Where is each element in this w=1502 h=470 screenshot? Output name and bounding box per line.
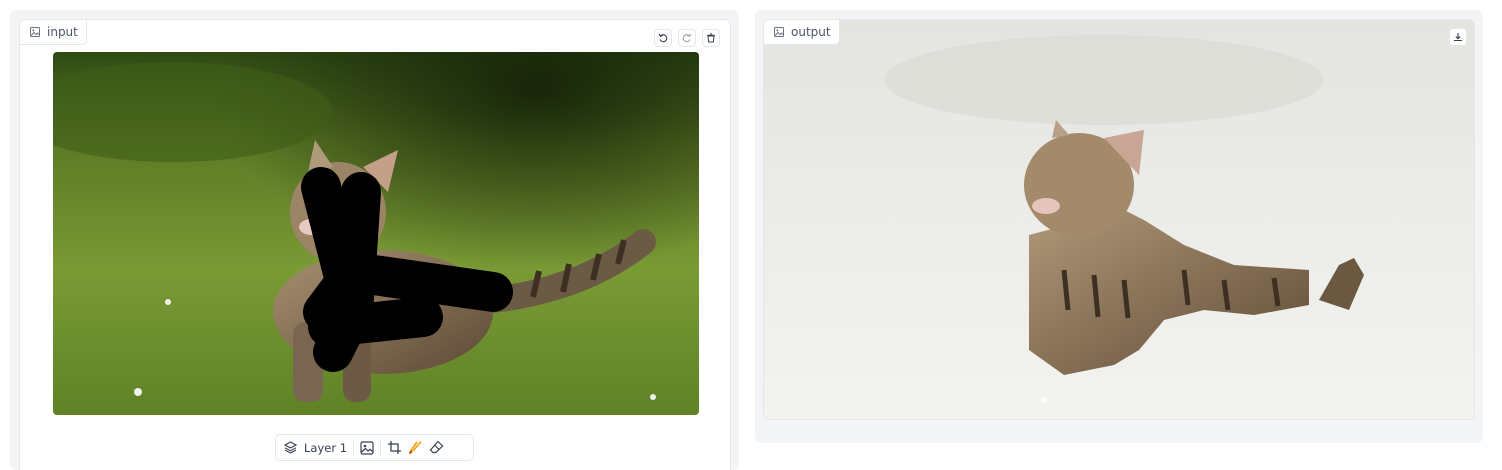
- trash-icon: [706, 33, 716, 43]
- image-icon: [30, 27, 40, 37]
- layer-label: Layer 1: [304, 440, 348, 455]
- toolbar-divider: [380, 440, 382, 455]
- download-icon: [1453, 32, 1463, 42]
- layers-button[interactable]: Layer 1: [284, 441, 347, 455]
- output-label-tag: output: [764, 20, 840, 45]
- output-label: output: [791, 25, 831, 39]
- input-label-tag: input: [20, 20, 87, 45]
- input-image-panel: input: [19, 19, 731, 470]
- redo-button[interactable]: [678, 29, 696, 47]
- undo-icon: [658, 33, 668, 43]
- crop-icon: [387, 440, 402, 455]
- image-icon: [360, 440, 374, 455]
- toolbar-divider: [353, 440, 355, 455]
- redo-icon: [682, 33, 692, 43]
- eraser-button[interactable]: [429, 440, 444, 455]
- editor-toolbar: Layer 1: [275, 434, 474, 461]
- download-button[interactable]: [1449, 28, 1467, 46]
- crop-button[interactable]: [387, 440, 402, 455]
- input-canvas[interactable]: [53, 52, 699, 415]
- clear-button[interactable]: [702, 29, 720, 47]
- upload-image-button[interactable]: [360, 440, 374, 455]
- input-label: input: [47, 25, 78, 39]
- undo-button[interactable]: [654, 29, 672, 47]
- image-icon: [774, 27, 784, 37]
- eraser-icon: [429, 440, 444, 455]
- brush-icon: [408, 440, 423, 455]
- layers-icon: [284, 441, 297, 454]
- output-image-panel: output: [763, 19, 1475, 420]
- output-result-image: [764, 20, 1474, 419]
- brush-button[interactable]: [408, 440, 423, 455]
- cat-photo: [53, 52, 699, 415]
